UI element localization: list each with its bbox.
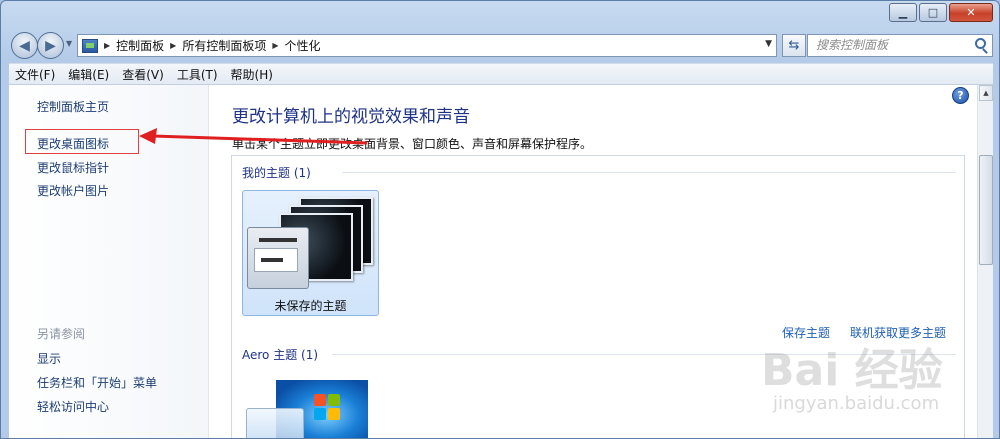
theme-name: 未保存的主题 (274, 299, 347, 313)
windows-logo-icon (314, 394, 342, 422)
annotation-arrow-icon (139, 128, 368, 145)
search-placeholder: 搜索控制面板 (816, 38, 889, 52)
breadcrumb-personalization[interactable]: 个性化 (285, 37, 321, 54)
navigation-row: ◀ ▶ ▼ ▶ 控制面板 ▶ 所有控制面板项 ▶ 个性化 ▼ ⇆ 搜索控制面板 (9, 31, 993, 59)
aero-window-color-preview (246, 408, 304, 438)
back-arrow-icon: ◀ (19, 37, 30, 54)
baidu-watermark-logo: Bai 经验 (761, 345, 943, 396)
change-mouse-pointers-link[interactable]: 更改鼠标指针 (37, 159, 109, 176)
menu-help[interactable]: 帮助(H) (231, 66, 273, 83)
ease-of-access-link[interactable]: 轻松访问中心 (37, 398, 109, 415)
refresh-button[interactable]: ⇆ (782, 34, 806, 57)
change-desktop-icons-link[interactable]: 更改桌面图标 (37, 135, 109, 152)
forward-arrow-icon: ▶ (45, 37, 56, 54)
breadcrumb-all-items[interactable]: 所有控制面板项 (182, 37, 266, 54)
breadcrumb-control-panel[interactable]: 控制面板 (116, 37, 164, 54)
address-bar[interactable]: ▶ 控制面板 ▶ 所有控制面板项 ▶ 个性化 ▼ (77, 34, 777, 57)
scrollbar-thumb[interactable] (979, 155, 993, 265)
close-button[interactable]: ✕ (949, 3, 993, 22)
menu-file[interactable]: 文件(F) (15, 66, 55, 83)
caption-buttons: ▁ □ ✕ (889, 3, 993, 22)
breadcrumb-separator-icon[interactable]: ▶ (104, 41, 110, 50)
unsaved-theme-tile[interactable]: 未保存的主题 (242, 190, 379, 316)
search-input[interactable]: 搜索控制面板 (807, 34, 993, 57)
menu-tools[interactable]: 工具(T) (177, 66, 218, 83)
taskbar-start-menu-link[interactable]: 任务栏和「开始」菜单 (37, 374, 157, 391)
group-divider (342, 172, 956, 173)
forward-button[interactable]: ▶ (37, 32, 64, 59)
vertical-scrollbar[interactable]: ▲ (977, 85, 993, 438)
control-panel-window: ▁ □ ✕ ◀ ▶ ▼ ▶ 控制面板 ▶ 所有控制面板项 ▶ 个性化 ▼ ⇆ 搜… (0, 0, 1000, 439)
baidu-watermark-url: jingyan.baidu.com (773, 393, 940, 414)
page-title: 更改计算机上的视觉效果和声音 (232, 107, 470, 127)
breadcrumb-separator-icon[interactable]: ▶ (272, 41, 278, 50)
change-account-picture-link[interactable]: 更改帐户图片 (37, 182, 109, 199)
control-panel-icon (82, 38, 98, 53)
address-dropdown-chevron-icon[interactable]: ▼ (765, 39, 772, 49)
refresh-icon: ⇆ (788, 38, 800, 53)
display-link[interactable]: 显示 (37, 350, 61, 367)
control-panel-home-link[interactable]: 控制面板主页 (37, 98, 109, 115)
scroll-up-arrow-icon[interactable]: ▲ (979, 85, 993, 101)
search-icon[interactable] (975, 38, 986, 49)
back-button[interactable]: ◀ (11, 32, 38, 59)
menu-view[interactable]: 查看(V) (122, 66, 164, 83)
see-also-heading: 另请参阅 (37, 327, 86, 341)
menu-edit[interactable]: 编辑(E) (68, 66, 109, 83)
aero-themes-heading: Aero 主题 (1) (242, 348, 319, 362)
minimize-button[interactable]: ▁ (889, 3, 917, 22)
menu-bar: 文件(F) 编辑(E) 查看(V) 工具(T) 帮助(H) (9, 63, 993, 85)
breadcrumb-separator-icon[interactable]: ▶ (170, 41, 176, 50)
help-icon[interactable]: ? (952, 87, 969, 104)
window-color-preview (247, 227, 309, 289)
maximize-button[interactable]: □ (919, 3, 947, 22)
recent-pages-chevron-icon[interactable]: ▼ (66, 39, 72, 48)
my-themes-heading: 我的主题 (1) (242, 166, 311, 180)
